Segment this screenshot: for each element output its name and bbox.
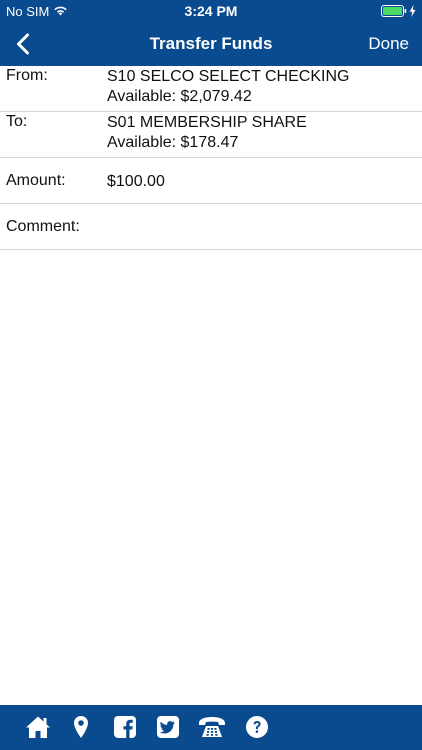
to-label: To: [6,113,28,130]
twitter-icon[interactable] [156,713,180,741]
to-account-row[interactable]: To: S01 MEMBERSHIP SHARE Available: $178… [0,112,422,158]
status-time: 3:24 PM [184,3,238,19]
bottom-toolbar [0,705,422,750]
from-account-name: S10 SELCO SELECT CHECKING [107,68,350,85]
to-account-name: S01 MEMBERSHIP SHARE [107,114,307,131]
from-available-balance: Available: $2,079.42 [107,88,252,105]
navigation-bar: Transfer Funds Done [0,22,422,66]
comment-label: Comment: [6,218,80,235]
from-account-value: S10 SELCO SELECT CHECKING Available: $2,… [107,67,349,107]
phone-icon[interactable] [197,713,227,741]
help-icon[interactable] [245,713,269,741]
facebook-icon[interactable] [113,713,137,741]
comment-input[interactable] [107,210,416,244]
amount-value[interactable]: $100.00 [107,172,165,192]
comment-row[interactable]: Comment: [0,204,422,250]
from-account-row[interactable]: From: S10 SELCO SELECT CHECKING Availabl… [0,66,422,112]
location-pin-icon[interactable] [72,713,90,741]
to-account-value: S01 MEMBERSHIP SHARE Available: $178.47 [107,113,307,153]
status-bar: No SIM 3:24 PM [0,0,422,22]
transfer-funds-screen: No SIM 3:24 PM Transfer Funds Done From:… [0,0,422,750]
done-button[interactable]: Done [368,34,409,54]
page-title: Transfer Funds [149,34,273,53]
transfer-form: From: S10 SELCO SELECT CHECKING Availabl… [0,66,422,250]
amount-label: Amount: [6,172,66,189]
header: No SIM 3:24 PM Transfer Funds Done [0,0,422,66]
home-icon[interactable] [24,713,52,741]
from-label: From: [6,67,48,84]
charging-bolt-icon [409,5,416,17]
to-available-balance: Available: $178.47 [107,134,239,151]
battery-icon [381,5,416,17]
amount-row[interactable]: Amount: $100.00 [0,158,422,204]
